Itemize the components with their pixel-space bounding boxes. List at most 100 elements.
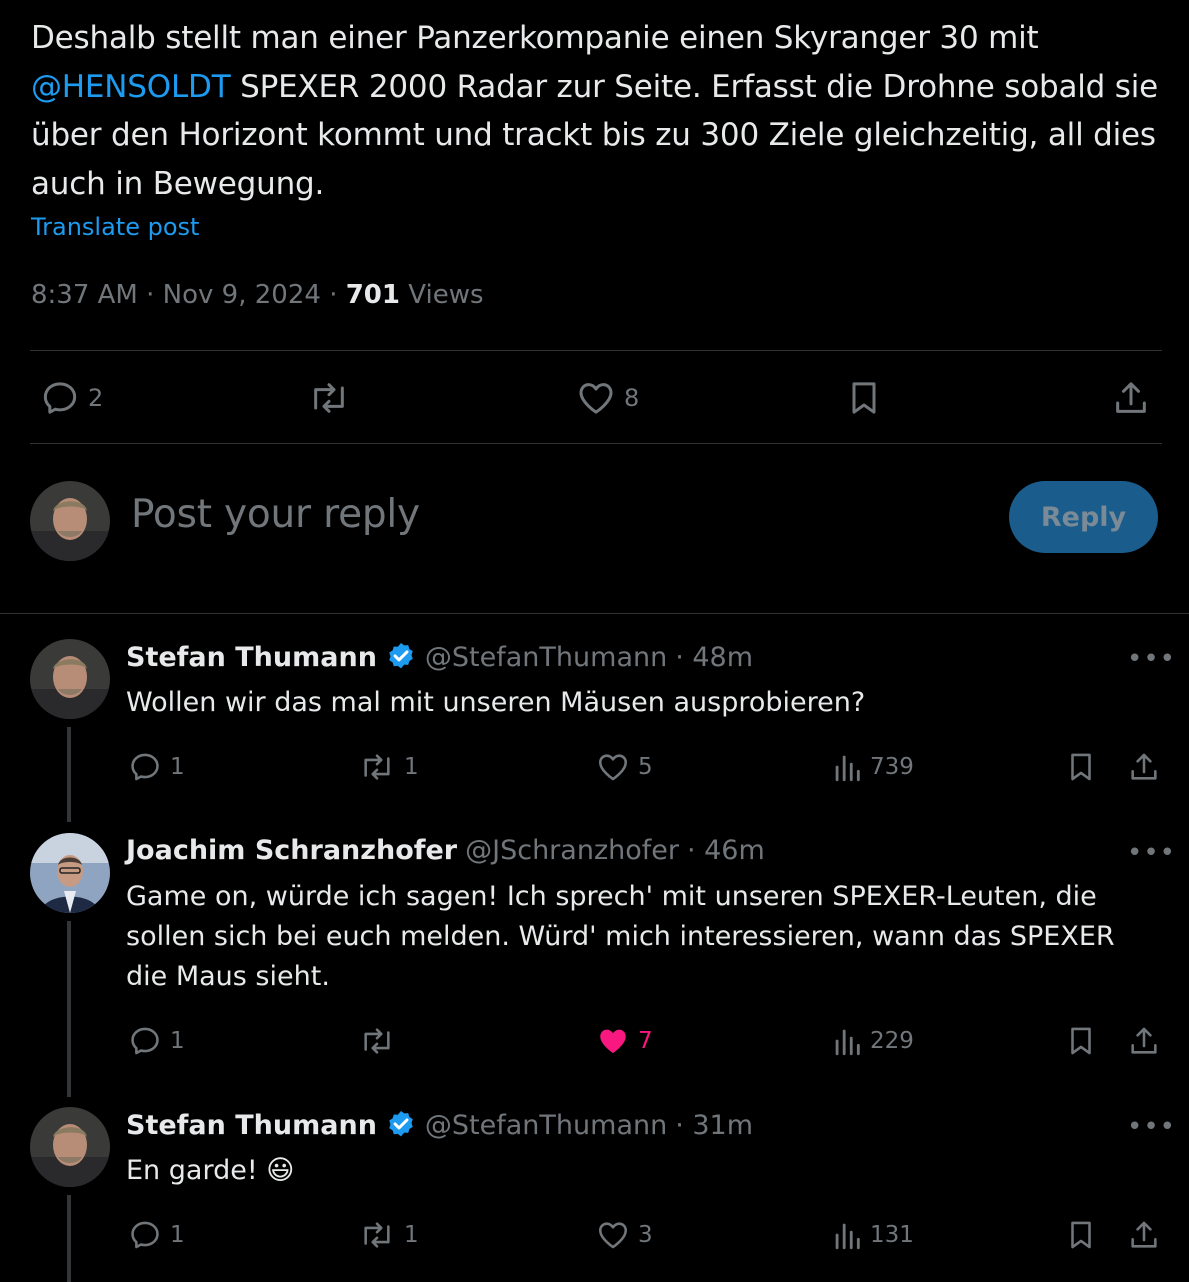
display-name[interactable]: Stefan Thumann <box>126 1110 377 1141</box>
view-count: 131 <box>870 1222 914 1248</box>
avatar[interactable] <box>30 1107 110 1187</box>
reply-header: Joachim Schranzhofer @JSchranzhofer · 46… <box>126 835 765 866</box>
reply-icon <box>131 1027 159 1055</box>
share-action[interactable] <box>1111 378 1151 418</box>
thread-line <box>67 1195 71 1282</box>
bookmark-icon <box>1071 1027 1091 1055</box>
views-action[interactable]: 131 <box>832 1218 914 1252</box>
share-icon <box>1131 1027 1157 1054</box>
share-icon <box>1131 1221 1157 1248</box>
reply-action[interactable]: 1 <box>128 1024 185 1058</box>
share-icon <box>1131 753 1157 780</box>
bookmark-action[interactable] <box>1064 1218 1098 1252</box>
repost-icon <box>314 383 344 413</box>
reply-text-line: die Maus sieht. <box>126 961 330 992</box>
like-action[interactable]: 7 <box>596 1024 653 1058</box>
repost-count: 1 <box>404 1222 419 1248</box>
repost-action[interactable] <box>358 1024 404 1058</box>
user-handle[interactable]: @StefanThumann <box>425 1110 667 1141</box>
analytics-icon <box>835 1223 860 1250</box>
reply-icon <box>131 1221 159 1249</box>
bookmark-icon <box>1071 753 1091 781</box>
bookmark-action[interactable] <box>1064 1024 1098 1058</box>
avatar[interactable] <box>30 639 110 719</box>
reply-button[interactable]: Reply <box>1009 481 1158 553</box>
like-count: 3 <box>638 1222 653 1248</box>
reply-count: 1 <box>170 754 185 780</box>
reply-count: 1 <box>170 1222 185 1248</box>
views-action[interactable]: 229 <box>832 1024 914 1058</box>
post-age[interactable]: · 31m <box>675 1110 753 1141</box>
like-action[interactable]: 8 <box>576 378 639 418</box>
divider <box>30 443 1162 444</box>
reply-text: En garde! 😃 <box>126 1155 295 1186</box>
more-options-icon[interactable]: ••• <box>1127 838 1176 868</box>
views-count: 701 <box>345 280 400 310</box>
user-handle[interactable]: @StefanThumann <box>425 642 667 673</box>
user-handle[interactable]: @JSchranzhofer <box>465 835 679 866</box>
more-options-icon[interactable]: ••• <box>1127 644 1176 674</box>
repost-count: 1 <box>404 754 419 780</box>
post-time[interactable]: 8:37 AM <box>31 280 138 310</box>
post-age[interactable]: · 48m <box>675 642 753 673</box>
post-text-part: Deshalb stellt man einer Panzerkompanie … <box>31 20 1039 56</box>
repost-action[interactable]: 1 <box>358 750 419 784</box>
like-action[interactable]: 5 <box>596 750 653 784</box>
reply-text-line: Game on, würde ich sagen! Ich sprech' mi… <box>126 881 1097 912</box>
post-age[interactable]: · 46m <box>687 835 765 866</box>
section-divider <box>0 613 1189 614</box>
repost-action[interactable]: 1 <box>358 1218 419 1252</box>
reply-text: Game on, würde ich sagen! Ich sprech' mi… <box>126 877 1166 997</box>
reply-icon <box>43 382 77 414</box>
heart-icon <box>598 754 628 781</box>
thread-line <box>67 727 71 822</box>
reply-header: Stefan Thumann @StefanThumann · 31m <box>126 1109 753 1141</box>
view-count: 229 <box>870 1028 914 1054</box>
bookmark-icon <box>852 382 876 414</box>
reply-icon <box>131 753 159 781</box>
analytics-icon <box>835 1029 860 1056</box>
mention-link[interactable]: @HENSOLDT <box>31 69 231 105</box>
views-label: Views <box>408 280 484 310</box>
meta-separator: · <box>146 280 155 310</box>
share-action[interactable] <box>1127 1024 1161 1058</box>
divider <box>30 350 1162 351</box>
reply-action[interactable]: 2 <box>40 378 103 418</box>
translate-post-link[interactable]: Translate post <box>31 213 199 241</box>
heart-filled-icon <box>600 1029 626 1054</box>
heart-icon <box>598 1222 628 1249</box>
verified-badge-icon <box>389 643 413 669</box>
view-count: 739 <box>870 754 914 780</box>
share-action[interactable] <box>1127 750 1161 784</box>
repost-icon <box>364 1222 390 1248</box>
bookmark-action[interactable] <box>1064 750 1098 784</box>
share-action[interactable] <box>1127 1218 1161 1252</box>
analytics-icon <box>835 755 860 782</box>
post-meta: 8:37 AM · Nov 9, 2024 · 701 Views <box>31 280 484 310</box>
thread-line <box>67 921 71 1097</box>
avatar[interactable] <box>30 833 110 913</box>
like-count: 5 <box>638 754 653 780</box>
reply-text: Wollen wir das mal mit unseren Mäusen au… <box>126 687 866 718</box>
reply-action[interactable]: 1 <box>128 1218 185 1252</box>
share-icon <box>1116 382 1146 413</box>
reply-input[interactable]: Post your reply <box>131 492 420 537</box>
reply-count: 2 <box>88 384 104 412</box>
reply-action[interactable]: 1 <box>128 750 185 784</box>
like-count: 7 <box>638 1028 653 1054</box>
bookmark-action[interactable] <box>844 378 884 418</box>
post-date[interactable]: Nov 9, 2024 <box>163 280 321 310</box>
reply-count: 1 <box>170 1028 185 1054</box>
views-action[interactable]: 739 <box>832 750 914 784</box>
post-text: Deshalb stellt man einer Panzerkompanie … <box>31 14 1161 208</box>
meta-separator: · <box>329 280 338 310</box>
bookmark-icon <box>1071 1221 1091 1249</box>
display-name[interactable]: Joachim Schranzhofer <box>126 835 457 866</box>
heart-icon <box>579 383 613 414</box>
display-name[interactable]: Stefan Thumann <box>126 642 377 673</box>
repost-icon <box>364 1028 390 1054</box>
avatar[interactable] <box>30 481 110 561</box>
more-options-icon[interactable]: ••• <box>1127 1112 1176 1142</box>
repost-action[interactable] <box>306 378 352 418</box>
like-action[interactable]: 3 <box>596 1218 653 1252</box>
